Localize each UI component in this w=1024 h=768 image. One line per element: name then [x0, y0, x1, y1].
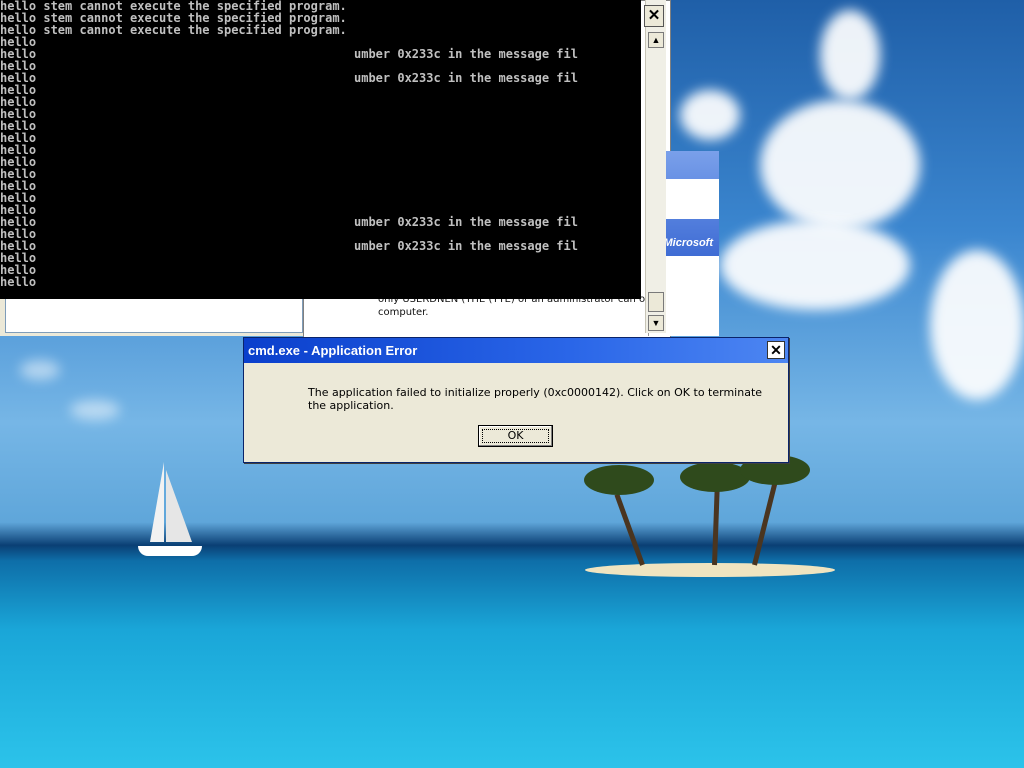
application-error-dialog: cmd.exe - Application Error ✕ The applic… [243, 337, 789, 463]
wallpaper-cloud [760, 100, 920, 230]
wallpaper-cloud [930, 250, 1024, 400]
console-line: hello umber 0x233c in the message fil [0, 239, 578, 253]
console-line: hello umber 0x233c in the message fil [0, 71, 578, 85]
wallpaper-cloud [820, 10, 880, 100]
console-scrollbar[interactable]: ▲ ▼ [645, 0, 666, 333]
console-line: hello umber 0x233c in the message fil [0, 215, 578, 229]
wallpaper-cloud [720, 220, 910, 310]
scroll-down-button[interactable]: ▼ [648, 315, 664, 331]
dialog-title: cmd.exe - Application Error [248, 343, 418, 358]
wallpaper-cloud [20, 360, 60, 380]
cmd-console[interactable]: hello stem cannot execute the specified … [0, 0, 641, 299]
console-output: hello stem cannot execute the specified … [0, 0, 641, 288]
dialog-close-button[interactable]: ✕ [767, 341, 785, 359]
dialog-titlebar[interactable]: cmd.exe - Application Error ✕ [244, 338, 788, 363]
microsoft-logo: Microsoft [663, 237, 714, 249]
wallpaper-cloud [70, 400, 120, 420]
console-line: hello [0, 275, 37, 289]
ok-button[interactable]: OK [478, 425, 553, 447]
scroll-thumb[interactable] [648, 292, 664, 312]
console-close-button[interactable]: ✕ [644, 5, 664, 27]
dialog-message: The application failed to initialize pro… [308, 386, 763, 412]
console-line: hello umber 0x233c in the message fil [0, 47, 578, 61]
ok-button-focus-ring [482, 429, 549, 443]
scroll-up-button[interactable]: ▲ [648, 32, 664, 48]
console-line: hello stem cannot execute the specified … [0, 23, 347, 37]
wallpaper-cloud [680, 90, 740, 140]
